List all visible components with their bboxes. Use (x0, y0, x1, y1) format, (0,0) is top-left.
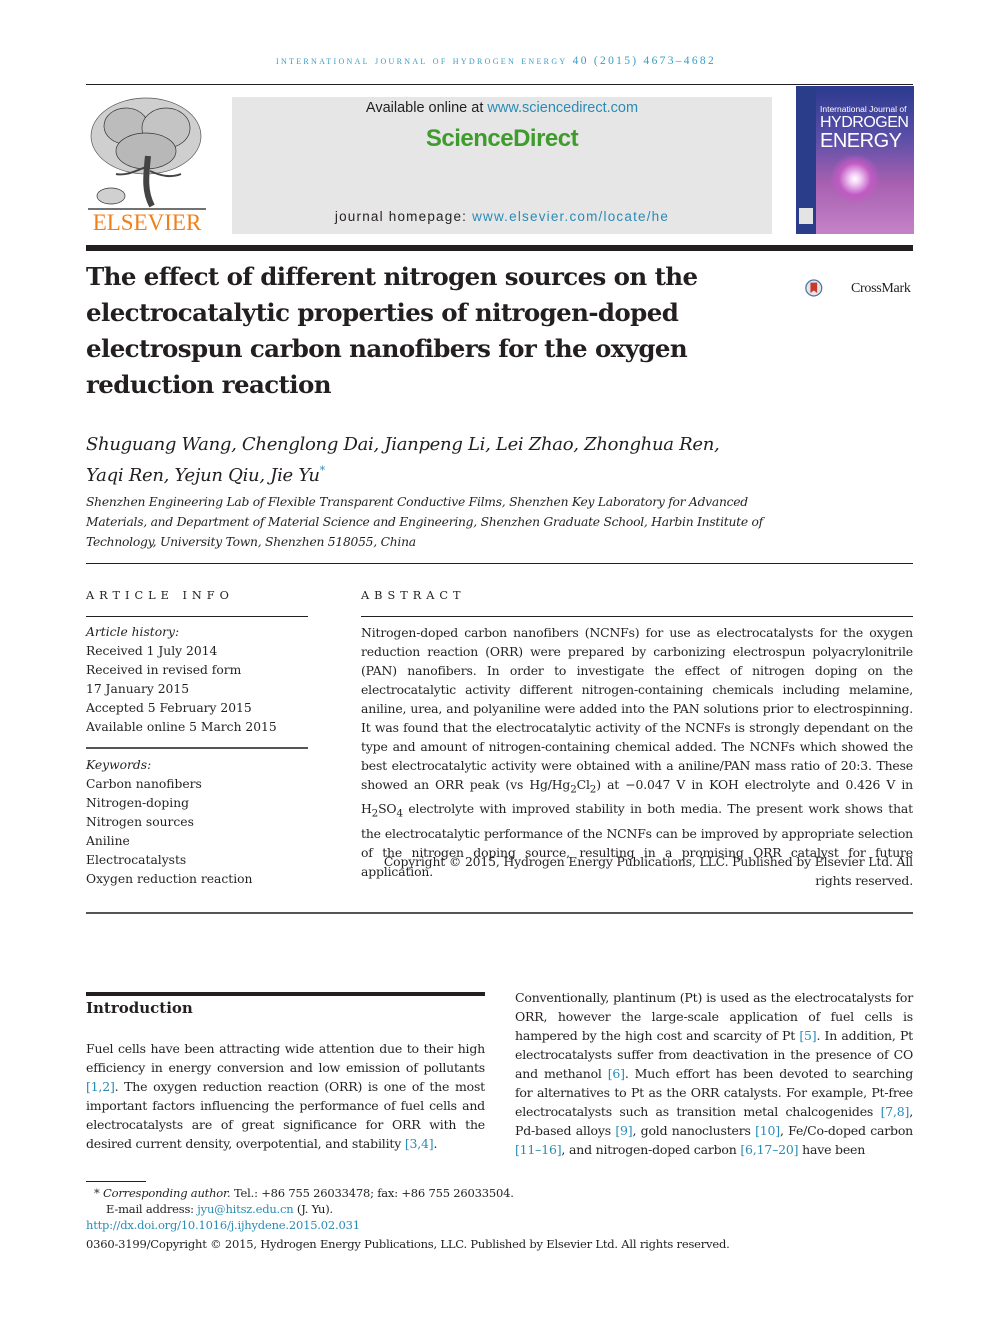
citation-link[interactable]: [1,2] (86, 1079, 115, 1094)
keyword-item: Aniline (86, 834, 130, 848)
available-online: Available online at www.sciencedirect.co… (365, 100, 639, 116)
history-item: Available online 5 March 2015 (86, 720, 277, 734)
abstract-bottom-rule (86, 912, 913, 914)
journal-running-header: International Journal of Hydrogen Energy… (275, 55, 717, 67)
article-info-rule (86, 616, 308, 617)
keyword-item: Carbon nanofibers (86, 777, 202, 791)
cover-publisher-mark (799, 208, 813, 224)
citation-link[interactable]: [5] (799, 1028, 816, 1043)
email-note: E-mail address: jyu@hitsz.edu.cn (J. Yu)… (106, 1202, 333, 1216)
author-list: Shuguang Wang, Chenglong Dai, Jianpeng L… (86, 432, 786, 489)
history-label: Article history: (86, 625, 180, 639)
article-title: The effect of different nitrogen sources… (86, 262, 698, 399)
doi-link[interactable]: http://dx.doi.org/10.1016/j.ijhydene.201… (86, 1218, 360, 1232)
footnotes: * Corresponding author. Tel.: +86 755 26… (86, 1185, 846, 1252)
citation-link[interactable]: [11–16] (515, 1142, 562, 1157)
author-email-link[interactable]: jyu@hitsz.edu.cn (197, 1202, 293, 1216)
history-keywords-rule (86, 747, 308, 749)
history-item: Accepted 5 February 2015 (86, 701, 252, 715)
citation-link[interactable]: [9] (615, 1123, 632, 1138)
abstract-text: Nitrogen-doped carbon nanofibers (NCNFs)… (361, 625, 913, 879)
history-item: Received in revised form (86, 663, 242, 677)
authors-line-2: Yaqi Ren, Yejun Qiu, Jie Yu* (86, 464, 326, 486)
sciencedirect-banner: Available online at www.sciencedirect.co… (232, 97, 772, 234)
cover-orb-graphic (830, 154, 880, 204)
corresponding-author-mark[interactable]: * (320, 464, 326, 477)
introduction-heading: Introduction (86, 999, 193, 1017)
introduction-column-2: Conventionally, plantinum (Pt) is used a… (515, 990, 914, 1157)
history-item: 17 January 2015 (86, 682, 190, 696)
abstract-heading: ABSTRACT (361, 589, 466, 602)
affiliation: Shenzhen Engineering Lab of Flexible Tra… (86, 495, 763, 549)
masthead-thick-rule (86, 245, 913, 251)
journal-homepage-link[interactable]: www.elsevier.com/locate/he (472, 209, 669, 224)
keyword-item: Oxygen reduction reaction (86, 872, 253, 886)
authors-line-1: Shuguang Wang, Chenglong Dai, Jianpeng L… (86, 434, 720, 455)
issn-copyright: 0360-3199/Copyright © 2015, Hydrogen Ene… (86, 1237, 730, 1251)
journal-homepage: journal homepage: www.elsevier.com/locat… (334, 209, 670, 224)
journal-cover-image: International Journal of HYDROGEN ENERGY (796, 86, 914, 234)
citation-link[interactable]: [6] (608, 1066, 625, 1081)
keywords-list: Keywords: Carbon nanofibers Nitrogen-dop… (86, 756, 308, 889)
citation-link[interactable]: [7,8] (881, 1104, 910, 1119)
keyword-item: Nitrogen sources (86, 815, 194, 829)
article-info-heading: ARTICLE INFO (86, 589, 234, 602)
corresponding-author-note: * Corresponding author. Tel.: +86 755 26… (94, 1186, 514, 1200)
elsevier-wordmark: ELSEVIER (92, 210, 202, 235)
abstract-copyright: Copyright © 2015, Hydrogen Energy Public… (383, 854, 913, 888)
article-history: Article history: Received 1 July 2014 Re… (86, 623, 308, 737)
crossmark-icon[interactable] (805, 267, 851, 309)
doi-line: http://dx.doi.org/10.1016/j.ijhydene.201… (86, 1217, 846, 1233)
keyword-item: Electrocatalysts (86, 853, 187, 867)
history-item: Received 1 July 2014 (86, 644, 218, 658)
footnote-rule (86, 1181, 146, 1182)
introduction-column-1: Fuel cells have been attracting wide att… (86, 1041, 485, 1151)
sciencedirect-logo: ScienceDirect (425, 125, 579, 152)
introduction-rule (86, 992, 485, 996)
citation-link[interactable]: [6,17–20] (740, 1142, 798, 1157)
sciencedirect-link[interactable]: www.sciencedirect.com (487, 100, 638, 116)
crossmark-label[interactable]: CrossMark (851, 281, 911, 297)
keywords-label: Keywords: (86, 758, 152, 772)
affiliation-rule (86, 563, 913, 564)
abstract-rule (361, 616, 913, 617)
cover-title-line3: ENERGY (820, 130, 902, 152)
citation-link[interactable]: [10] (755, 1123, 780, 1138)
citation-link[interactable]: [3,4] (405, 1136, 434, 1151)
keyword-item: Nitrogen-doping (86, 796, 190, 810)
cover-title-line1: International Journal of (820, 104, 907, 114)
header-rule (86, 84, 913, 85)
